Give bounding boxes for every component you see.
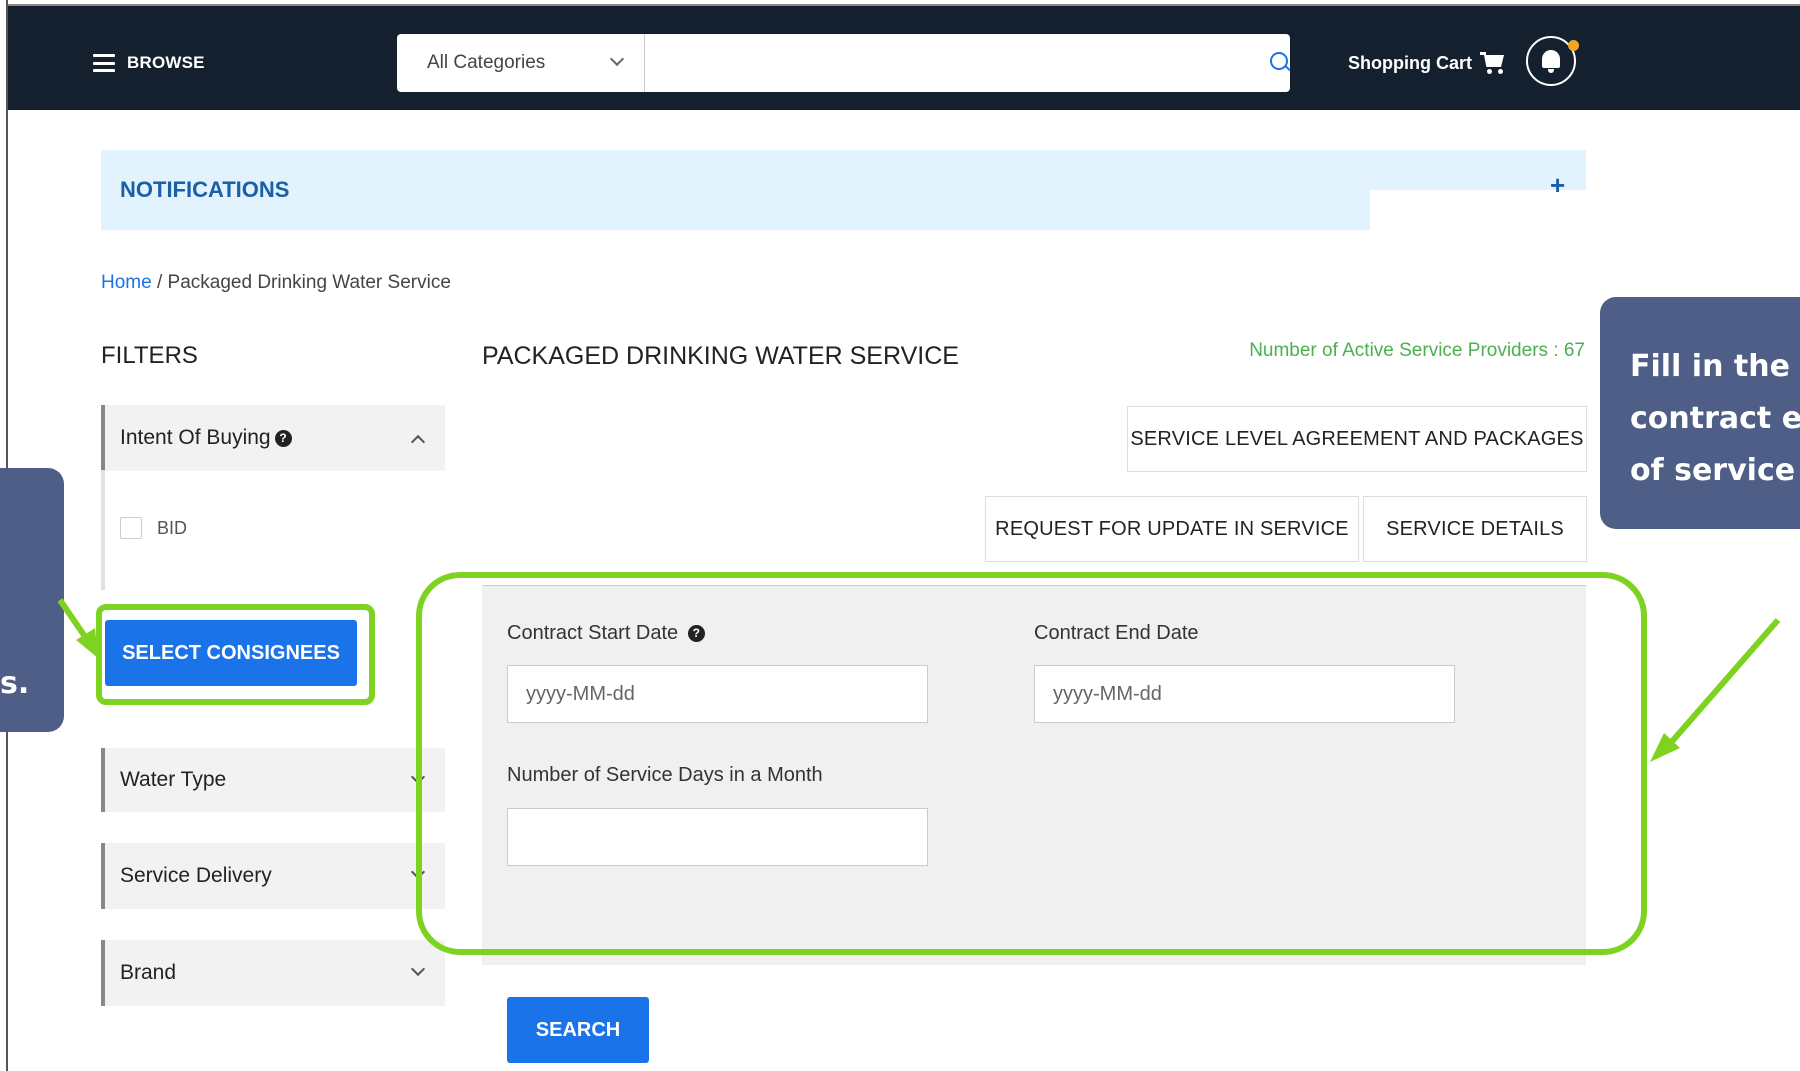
right-callout-box: Fill in the contract e of service — [1600, 297, 1800, 529]
notifications-panel[interactable] — [101, 150, 1586, 230]
browse-label: BROWSE — [127, 53, 205, 72]
notification-dot — [1568, 40, 1579, 51]
filter-service-delivery[interactable]: Service Delivery — [101, 843, 445, 909]
breadcrumb-current: Packaged Drinking Water Service — [167, 272, 451, 293]
left-arrow-head — [76, 628, 98, 658]
right-callout-line: contract e — [1630, 401, 1800, 436]
cart-icon — [1480, 52, 1506, 74]
chevron-down-icon — [609, 51, 625, 67]
filter-service-delivery-label: Service Delivery — [120, 864, 272, 887]
bell-icon — [1542, 50, 1560, 73]
notifications-bell-button[interactable] — [1526, 36, 1579, 86]
help-icon: ? — [274, 429, 292, 447]
left-callout-box: s. — [0, 468, 64, 732]
expand-plus-icon[interactable]: + — [1550, 172, 1565, 198]
right-callout-line: Fill in the — [1630, 349, 1790, 384]
chevron-down-icon — [410, 961, 426, 977]
consignees-highlight-frame — [96, 604, 375, 705]
bid-checkbox[interactable] — [120, 517, 142, 539]
browse-menu-button[interactable]: BROWSE — [93, 47, 205, 79]
left-callout-text: s. — [0, 666, 30, 701]
search-input[interactable] — [645, 34, 1290, 92]
filter-intent-of-buying[interactable]: Intent Of Buying ? — [101, 405, 445, 471]
breadcrumb-separator: / — [156, 272, 163, 293]
request-update-button[interactable]: REQUEST FOR UPDATE IN SERVICE — [985, 496, 1359, 562]
sla-packages-button[interactable]: SERVICE LEVEL AGREEMENT AND PACKAGES — [1127, 406, 1587, 472]
filter-water-type[interactable]: Water Type — [101, 748, 445, 812]
active-providers-count: Number of Active Service Providers : 67 — [1249, 340, 1585, 361]
shopping-cart-label: Shopping Cart — [1348, 52, 1472, 73]
filters-title: FILTERS — [101, 342, 198, 369]
chevron-up-icon — [410, 434, 426, 450]
filter-brand-label: Brand — [120, 961, 177, 984]
hamburger-icon — [93, 54, 115, 72]
search-button[interactable]: SEARCH — [507, 997, 649, 1063]
right-callout-line: of service — [1630, 453, 1796, 488]
filter-intent-label: Intent Of Buying — [120, 426, 271, 449]
page-title: PACKAGED DRINKING WATER SERVICE — [482, 342, 959, 370]
filter-brand[interactable]: Brand — [101, 940, 445, 1006]
breadcrumb-home-link[interactable]: Home — [101, 272, 152, 293]
shopping-cart-link[interactable]: Shopping Cart — [1348, 46, 1506, 80]
bid-checkbox-label: BID — [157, 518, 188, 538]
right-arrow-line — [1665, 618, 1781, 748]
left-arrow-line — [57, 598, 91, 643]
contract-form-highlight-frame — [416, 572, 1647, 955]
search-icon[interactable] — [1270, 52, 1288, 70]
category-select[interactable]: All Categories — [397, 34, 645, 92]
filter-water-type-label: Water Type — [120, 768, 227, 791]
right-arrow-head — [1650, 733, 1680, 762]
service-details-button[interactable]: SERVICE DETAILS — [1363, 496, 1587, 562]
breadcrumb: Home / Packaged Drinking Water Service — [101, 272, 451, 294]
category-selected-value: All Categories — [427, 52, 546, 73]
filter-intent-options — [101, 470, 445, 590]
notifications-title: NOTIFICATIONS — [120, 177, 290, 202]
